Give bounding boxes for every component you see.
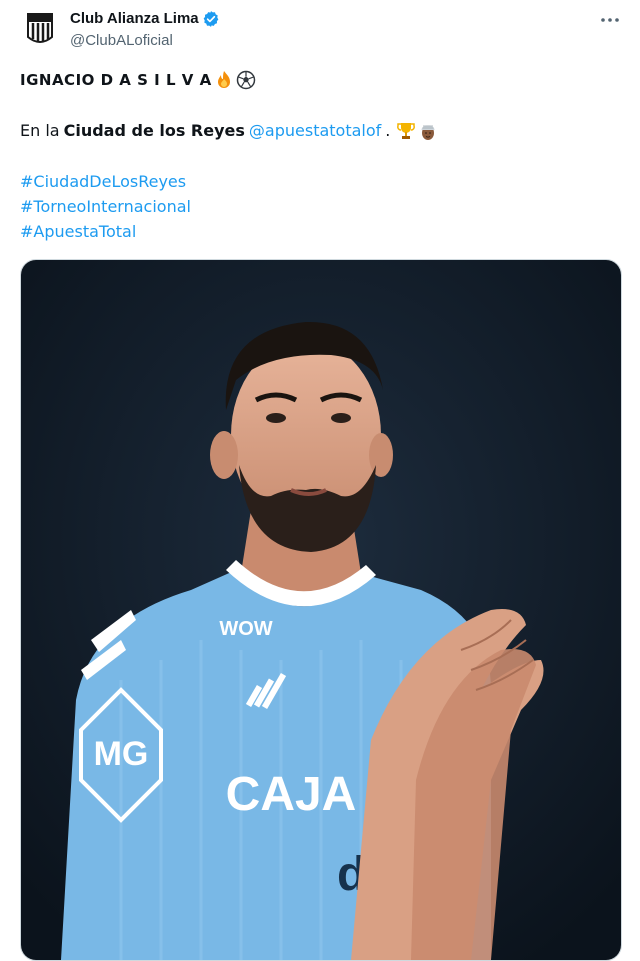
line-bold-place: Ciudad de los Reyes — [63, 121, 245, 140]
jersey-sponsor-caja: CAJA — [226, 768, 357, 821]
jersey-sponsor-wow: WOW — [219, 618, 272, 640]
more-options-icon[interactable] — [598, 8, 622, 32]
hashtag-link[interactable]: #TorneoInternacional — [20, 195, 191, 219]
account-name-row[interactable]: Club Alianza Lima — [70, 9, 220, 29]
fire-icon — [217, 71, 230, 88]
jersey-sponsor-mg: MG — [94, 735, 149, 773]
tweet-line: En la Ciudad de los Reyes @apuestatotalo… — [20, 119, 438, 143]
mention-link[interactable]: @apuestatotalof — [249, 119, 381, 143]
avatar[interactable] — [20, 10, 60, 50]
account-handle[interactable]: @ClubALoficial — [70, 31, 173, 51]
hashtag-link[interactable]: #ApuestaTotal — [20, 220, 136, 244]
headline-text: IGNACIO D A S I L V A — [20, 71, 212, 89]
hashtag-link[interactable]: #CiudadDeLosReyes — [20, 170, 186, 194]
club-crest-icon — [27, 13, 53, 43]
trophy-icon — [397, 123, 416, 139]
line-suffix: . — [385, 121, 391, 140]
account-name[interactable]: Club Alianza Lima — [70, 9, 199, 29]
verified-badge-icon — [203, 11, 218, 27]
line-prefix: En la — [20, 121, 60, 140]
tweet-headline: IGNACIO D A S I L V A — [20, 68, 256, 92]
tweet-photo[interactable]: MG WOW CAJA dob — [20, 259, 622, 961]
man-with-turban-icon — [421, 125, 435, 140]
player-photo: MG WOW CAJA dob — [21, 260, 621, 960]
soccer-ball-icon — [236, 70, 255, 90]
